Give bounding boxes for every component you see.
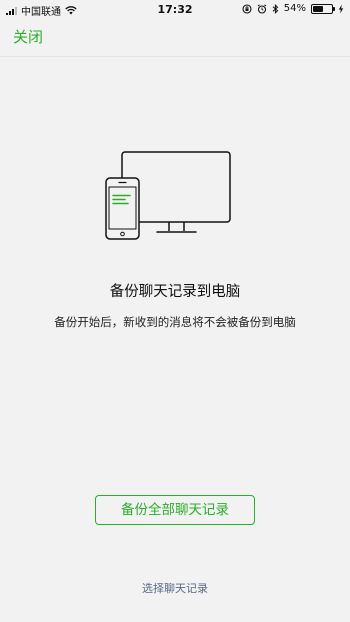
nav-bar: 关闭 <box>0 18 350 57</box>
status-right: 54% <box>242 3 344 14</box>
battery-fill <box>313 5 323 12</box>
monitor-stand <box>168 222 185 231</box>
status-bar: 中国联通 17:32 54% <box>0 0 350 18</box>
select-chats-link[interactable]: 选择聊天记录 <box>0 580 350 596</box>
phone-to-computer-icon <box>105 151 231 240</box>
alarm-icon <box>257 3 267 14</box>
battery-cap <box>333 6 335 11</box>
page-description: 备份开始后，新收到的消息将不会被备份到电脑 <box>54 315 296 329</box>
battery-icon <box>311 3 335 14</box>
bluetooth-icon <box>272 3 279 14</box>
charging-icon <box>338 4 344 13</box>
lock-rotation-icon <box>242 3 252 14</box>
backup-all-button[interactable]: 备份全部聊天记录 <box>95 495 255 525</box>
page-title: 备份聊天记录到电脑 <box>109 284 241 300</box>
close-button[interactable]: 关闭 <box>13 26 43 47</box>
battery-percent: 54% <box>283 3 306 14</box>
